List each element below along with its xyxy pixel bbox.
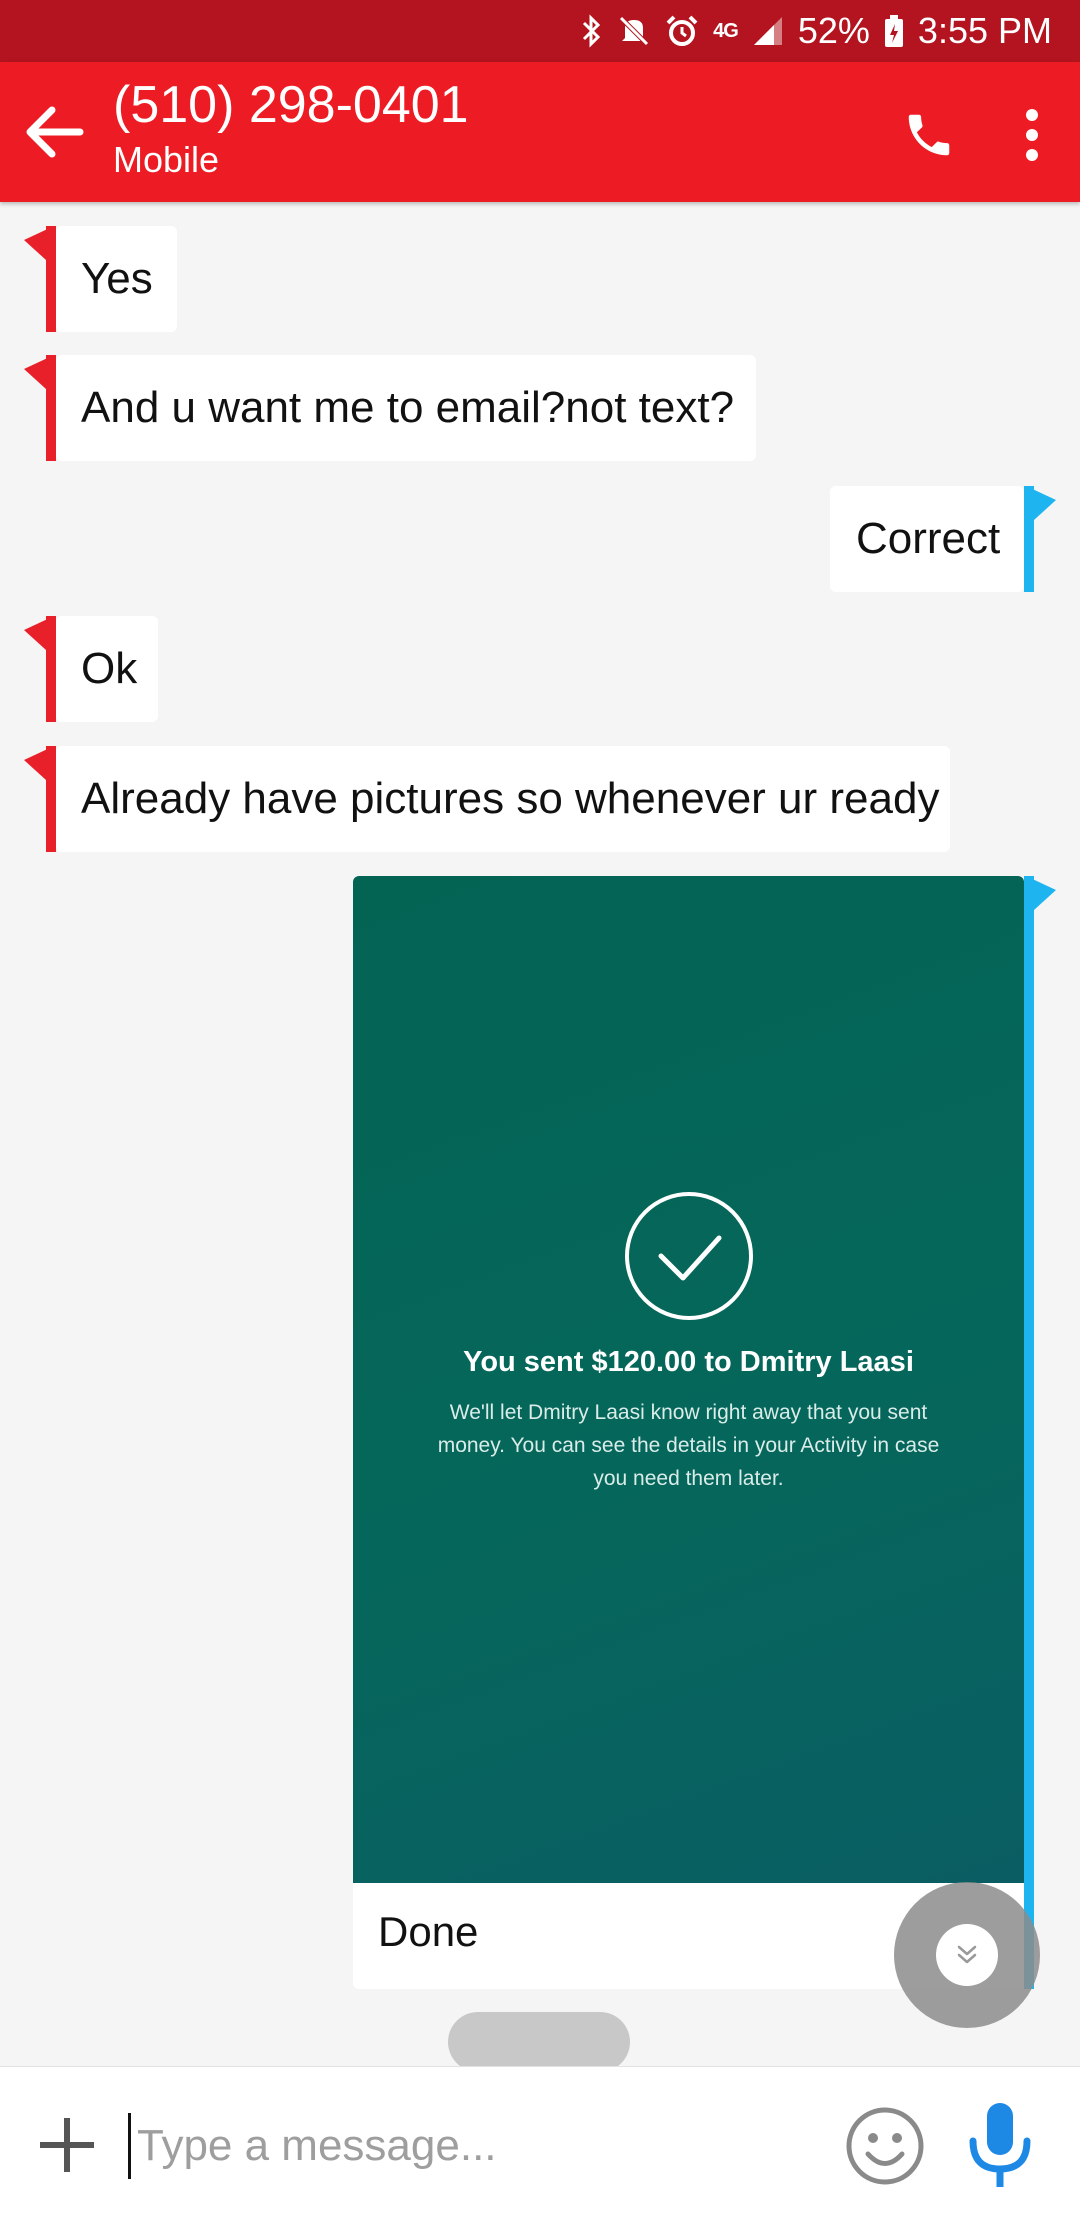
message-composer <box>0 2066 1080 2220</box>
outgoing-bubble-tail <box>1026 486 1056 548</box>
incoming-accent-bar <box>46 226 56 332</box>
timestamp-pill <box>448 2012 630 2072</box>
message-text: And u want me to email?not text? <box>81 383 735 432</box>
clock: 3:55 PM <box>917 10 1052 51</box>
plus-icon <box>40 2118 94 2172</box>
network-4g-icon: 4G <box>713 19 739 42</box>
contact-type: Mobile <box>113 139 220 180</box>
incoming-accent-bar <box>46 746 56 852</box>
attach-button[interactable] <box>32 2110 102 2180</box>
emoji-icon <box>846 2107 924 2185</box>
bluetooth-icon <box>581 14 603 48</box>
message-text: Ok <box>81 644 138 693</box>
back-button[interactable] <box>14 92 94 172</box>
incoming-accent-bar <box>46 355 56 461</box>
attachment-caption: Done <box>378 1908 479 1955</box>
message-input[interactable] <box>128 2113 828 2179</box>
message-bubble[interactable]: Correct <box>830 486 1024 592</box>
battery-level: 52% <box>797 10 870 51</box>
message-text: Already have pictures so whenever ur rea… <box>81 774 940 823</box>
more-vert-icon <box>1026 109 1038 161</box>
payment-description: We'll let Dmitry Laasi know right away t… <box>437 1401 940 1490</box>
phone-icon <box>908 114 950 156</box>
outgoing-accent-bar <box>1024 876 1034 1989</box>
voice-input-button[interactable] <box>965 2099 1035 2191</box>
more-options-button[interactable] <box>1000 100 1064 170</box>
call-button[interactable] <box>894 100 964 170</box>
message-text: Correct <box>856 514 1001 563</box>
conversation-header: (510) 298-0401 Mobile <box>0 62 1080 202</box>
contact-number: (510) 298-0401 <box>113 76 469 134</box>
back-arrow-icon <box>26 106 84 158</box>
alarm-icon <box>665 14 699 48</box>
message-bubble[interactable]: Ok <box>56 616 158 722</box>
emoji-button[interactable] <box>844 2105 926 2187</box>
payment-title: You sent $120.00 to Dmitry Laasi <box>463 1346 914 1378</box>
checkmark-circle-icon <box>625 1192 753 1320</box>
incoming-accent-bar <box>46 616 56 722</box>
message-bubble[interactable]: Yes <box>56 226 177 332</box>
outgoing-bubble-tail <box>1026 876 1056 938</box>
status-bar: 4G 52% 3:55 PM <box>0 0 1080 62</box>
message-bubble[interactable]: Already have pictures so whenever ur rea… <box>56 746 950 852</box>
signal-icon <box>752 15 784 47</box>
message-bubble[interactable]: And u want me to email?not text? <box>56 355 756 461</box>
status-icons: 4G 52% 3:55 PM <box>581 0 1052 62</box>
scroll-to-bottom-button[interactable] <box>894 1882 1040 2028</box>
battery-icon <box>884 14 904 48</box>
mute-icon <box>617 14 651 48</box>
message-text: Yes <box>81 254 153 303</box>
microphone-icon <box>969 2103 1031 2187</box>
image-attachment-message[interactable]: You sent $120.00 to Dmitry Laasi We'll l… <box>353 876 1024 1989</box>
scroll-down-icon <box>936 1924 998 1986</box>
payment-confirmation-image[interactable]: You sent $120.00 to Dmitry Laasi We'll l… <box>353 876 1024 1883</box>
